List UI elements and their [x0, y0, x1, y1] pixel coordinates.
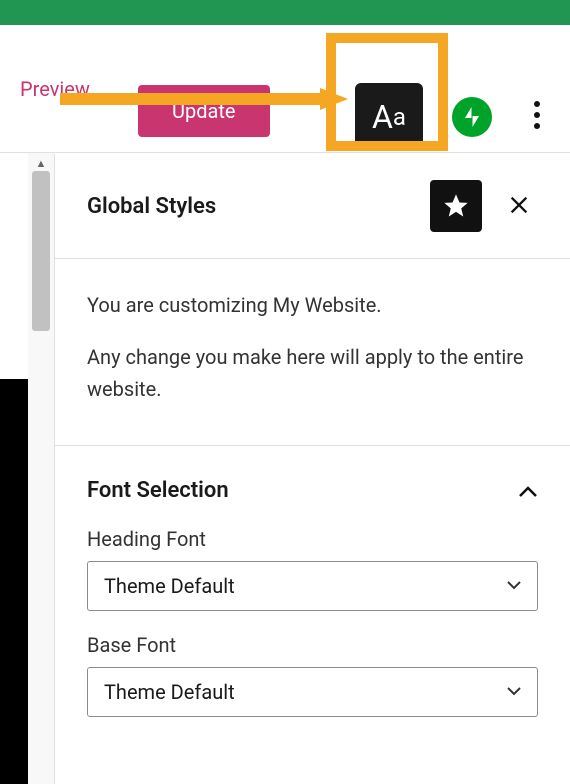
font-selection-section: Font Selection Heading Font Theme Defaul… [55, 446, 570, 759]
font-selection-header[interactable]: Font Selection [87, 466, 538, 527]
favorite-button[interactable] [430, 180, 482, 232]
heading-font-label: Heading Font [87, 527, 538, 551]
close-icon [508, 194, 530, 216]
scrollbar-thumb[interactable] [32, 171, 50, 331]
base-font-value: Theme Default [104, 680, 507, 704]
description-line-1: You are customizing My Website. [87, 289, 538, 321]
preview-button[interactable]: Preview [20, 77, 90, 101]
typography-icon: A [372, 98, 393, 136]
dot-icon [534, 101, 540, 107]
left-dark-strip [0, 379, 28, 784]
panel-title: Global Styles [87, 194, 430, 219]
chevron-down-icon [507, 578, 521, 594]
top-toolbar: Preview Update Aa [0, 25, 570, 153]
heading-font-select[interactable]: Theme Default [87, 561, 538, 611]
more-menu-button[interactable] [534, 101, 540, 129]
chevron-down-icon [507, 684, 521, 700]
star-icon [442, 192, 470, 220]
jetpack-logo-icon [460, 105, 484, 129]
description-line-2: Any change you make here will apply to t… [87, 341, 538, 405]
global-styles-button[interactable]: Aa [355, 83, 423, 151]
base-font-field: Base Font Theme Default [87, 633, 538, 717]
close-button[interactable] [500, 190, 538, 223]
update-button[interactable]: Update [138, 85, 270, 137]
global-styles-panel: Global Styles You are customizing My Web… [54, 154, 570, 784]
base-font-label: Base Font [87, 633, 538, 657]
base-font-select[interactable]: Theme Default [87, 667, 538, 717]
scroll-up-icon[interactable]: ▲ [36, 157, 47, 170]
scrollbar-track[interactable]: ▲ [28, 153, 54, 784]
font-selection-title: Font Selection [87, 478, 229, 503]
panel-header: Global Styles [55, 154, 570, 259]
top-banner [0, 0, 570, 25]
jetpack-icon[interactable] [452, 97, 492, 137]
heading-font-field: Heading Font Theme Default [87, 527, 538, 611]
panel-description: You are customizing My Website. Any chan… [55, 259, 570, 446]
heading-font-value: Theme Default [104, 574, 507, 598]
chevron-up-icon [518, 479, 538, 503]
